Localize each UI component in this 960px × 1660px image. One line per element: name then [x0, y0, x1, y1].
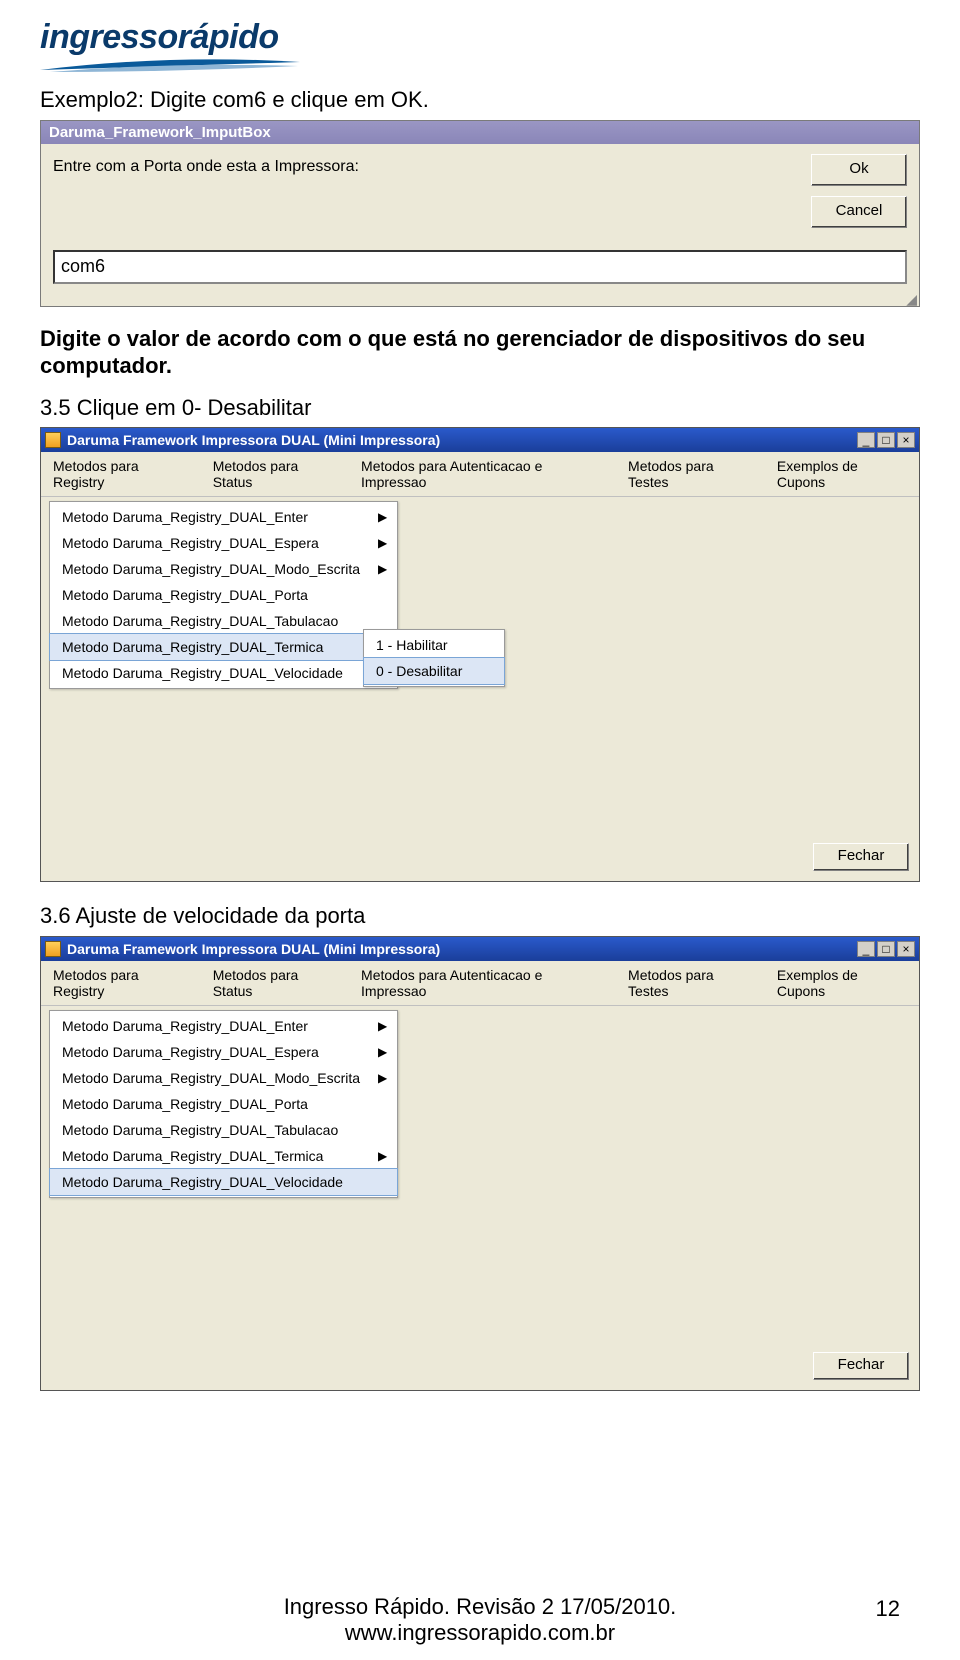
menu-testes[interactable]: Metodos para Testes — [628, 458, 755, 490]
fechar-button[interactable]: Fechar — [813, 843, 909, 871]
submenu-item-label: Metodo Daruma_Registry_DUAL_Modo_Escrita — [62, 1070, 360, 1086]
submenu-item[interactable]: Metodo Daruma_Registry_DUAL_Enter ▶ — [50, 1013, 397, 1039]
submenu-item[interactable]: Metodo Daruma_Registry_DUAL_Tabulacao — [50, 1117, 397, 1143]
submenu-item-label: Metodo Daruma_Registry_DUAL_Enter — [62, 509, 308, 525]
submenu-item[interactable]: Metodo Daruma_Registry_DUAL_Enter ▶ — [50, 504, 397, 530]
submenu-item[interactable]: Metodo Daruma_Registry_DUAL_Porta — [50, 582, 397, 608]
section-3-6: 3.6 Ajuste de velocidade da porta — [40, 902, 920, 930]
menu-autenticacao[interactable]: Metodos para Autenticacao e Impressao — [361, 458, 606, 490]
submenu-arrow-icon: ▶ — [378, 1071, 387, 1085]
submenu-item[interactable]: Metodo Daruma_Registry_DUAL_Modo_Escrita… — [50, 1065, 397, 1091]
ok-button[interactable]: Ok — [811, 154, 907, 186]
fechar-button[interactable]: Fechar — [813, 1352, 909, 1380]
submenu-item[interactable]: Metodo Daruma_Registry_DUAL_Espera ▶ — [50, 1039, 397, 1065]
submenu-item[interactable]: Metodo Daruma_Registry_DUAL_Espera ▶ — [50, 530, 397, 556]
registry-submenu: Metodo Daruma_Registry_DUAL_Enter▶Metodo… — [49, 1010, 398, 1198]
close-button[interactable]: × — [897, 941, 915, 957]
menu-status[interactable]: Metodos para Status — [213, 458, 339, 490]
resize-grip-icon: ◢ — [41, 294, 919, 306]
submenu-item-label: Metodo Daruma_Registry_DUAL_Velocidade — [62, 665, 343, 681]
logo-text: ingressorápido — [40, 20, 920, 54]
titlebar: Daruma Framework Impressora DUAL (Mini I… — [41, 937, 919, 961]
submenu-arrow-icon: ▶ — [378, 1149, 387, 1163]
submenu-item[interactable]: Metodo Daruma_Registry_DUAL_Velocidade — [49, 1168, 398, 1196]
window-body: Metodo Daruma_Registry_DUAL_Enter▶Metodo… — [41, 1006, 919, 1346]
menu-autenticacao[interactable]: Metodos para Autenticacao e Impressao — [361, 967, 606, 999]
submenu-item[interactable]: Metodo Daruma_Registry_DUAL_Termica ▶ — [50, 1143, 397, 1169]
submenu-item-label: Metodo Daruma_Registry_DUAL_Termica — [62, 639, 323, 655]
cancel-button[interactable]: Cancel — [811, 196, 907, 228]
window-title: Daruma Framework Impressora DUAL (Mini I… — [67, 941, 855, 957]
registry-submenu: Metodo Daruma_Registry_DUAL_Enter▶Metodo… — [49, 501, 398, 689]
submenu-item-label: Metodo Daruma_Registry_DUAL_Espera — [62, 1044, 319, 1060]
close-button[interactable]: × — [897, 432, 915, 448]
menu-registry[interactable]: Metodos para Registry — [53, 458, 191, 490]
page-footer: Ingresso Rápido. Revisão 2 17/05/2010. w… — [0, 1594, 960, 1646]
logo: ingressorápido — [40, 20, 920, 68]
maximize-button[interactable]: □ — [877, 941, 895, 957]
inputbox-prompt: Entre com a Porta onde esta a Impressora… — [53, 158, 907, 176]
instruction-text: Digite o valor de acordo com o que está … — [40, 325, 920, 380]
submenu-item-label: Metodo Daruma_Registry_DUAL_Enter — [62, 1018, 308, 1034]
minimize-button[interactable]: _ — [857, 941, 875, 957]
submenu-arrow-icon: ▶ — [378, 562, 387, 576]
menubar: Metodos para Registry Metodos para Statu… — [41, 452, 919, 497]
example2-text: Exemplo2: Digite com6 e clique em OK. — [40, 86, 920, 114]
menu-cupons[interactable]: Exemplos de Cupons — [777, 458, 907, 490]
submenu-item-label: Metodo Daruma_Registry_DUAL_Porta — [62, 1096, 308, 1112]
maximize-button[interactable]: □ — [877, 432, 895, 448]
menu-status[interactable]: Metodos para Status — [213, 967, 339, 999]
submenu-item[interactable]: Metodo Daruma_Registry_DUAL_Tabulacao — [50, 608, 397, 634]
footer-line2: www.ingressorapido.com.br — [0, 1620, 960, 1646]
submenu-item-label: Metodo Daruma_Registry_DUAL_Velocidade — [62, 1174, 343, 1190]
submenu-arrow-icon: ▶ — [378, 536, 387, 550]
submenu-arrow-icon: ▶ — [378, 510, 387, 524]
window-title: Daruma Framework Impressora DUAL (Mini I… — [67, 432, 855, 448]
submenu-item[interactable]: Metodo Daruma_Registry_DUAL_Modo_Escrita… — [50, 556, 397, 582]
menu-registry[interactable]: Metodos para Registry — [53, 967, 191, 999]
port-input[interactable]: com6 — [53, 250, 907, 284]
inputbox-title: Daruma_Framework_ImputBox — [41, 121, 919, 144]
window-body: Metodo Daruma_Registry_DUAL_Enter▶Metodo… — [41, 497, 919, 837]
submenu-item[interactable]: 0 - Desabilitar — [363, 657, 505, 685]
submenu-item[interactable]: Metodo Daruma_Registry_DUAL_Velocidade — [50, 660, 397, 686]
app-icon — [45, 941, 61, 957]
submenu-item-label: Metodo Daruma_Registry_DUAL_Tabulacao — [62, 613, 338, 629]
submenu-arrow-icon: ▶ — [378, 1019, 387, 1033]
submenu-item-label: Metodo Daruma_Registry_DUAL_Modo_Escrita — [62, 561, 360, 577]
minimize-button[interactable]: _ — [857, 432, 875, 448]
submenu-arrow-icon: ▶ — [378, 1045, 387, 1059]
submenu-item-label: Metodo Daruma_Registry_DUAL_Porta — [62, 587, 308, 603]
framework-window-35: Daruma Framework Impressora DUAL (Mini I… — [40, 427, 920, 882]
submenu-item[interactable]: Metodo Daruma_Registry_DUAL_Termica▶ — [49, 633, 398, 661]
inputbox-dialog: Daruma_Framework_ImputBox Entre com a Po… — [40, 120, 920, 307]
app-icon — [45, 432, 61, 448]
section-3-5: 3.5 Clique em 0- Desabilitar — [40, 394, 920, 422]
submenu-item-label: Metodo Daruma_Registry_DUAL_Espera — [62, 535, 319, 551]
titlebar: Daruma Framework Impressora DUAL (Mini I… — [41, 428, 919, 452]
submenu-item[interactable]: Metodo Daruma_Registry_DUAL_Porta — [50, 1091, 397, 1117]
submenu-item-label: Metodo Daruma_Registry_DUAL_Tabulacao — [62, 1122, 338, 1138]
submenu-item-label: Metodo Daruma_Registry_DUAL_Termica — [62, 1148, 323, 1164]
termica-submenu: 1 - Habilitar0 - Desabilitar — [363, 629, 505, 687]
logo-swoosh — [40, 56, 300, 68]
footer-line1: Ingresso Rápido. Revisão 2 17/05/2010. — [0, 1594, 960, 1620]
submenu-item[interactable]: 1 - Habilitar — [364, 632, 504, 658]
menu-cupons[interactable]: Exemplos de Cupons — [777, 967, 907, 999]
menubar: Metodos para Registry Metodos para Statu… — [41, 961, 919, 1006]
framework-window-36: Daruma Framework Impressora DUAL (Mini I… — [40, 936, 920, 1391]
menu-testes[interactable]: Metodos para Testes — [628, 967, 755, 999]
